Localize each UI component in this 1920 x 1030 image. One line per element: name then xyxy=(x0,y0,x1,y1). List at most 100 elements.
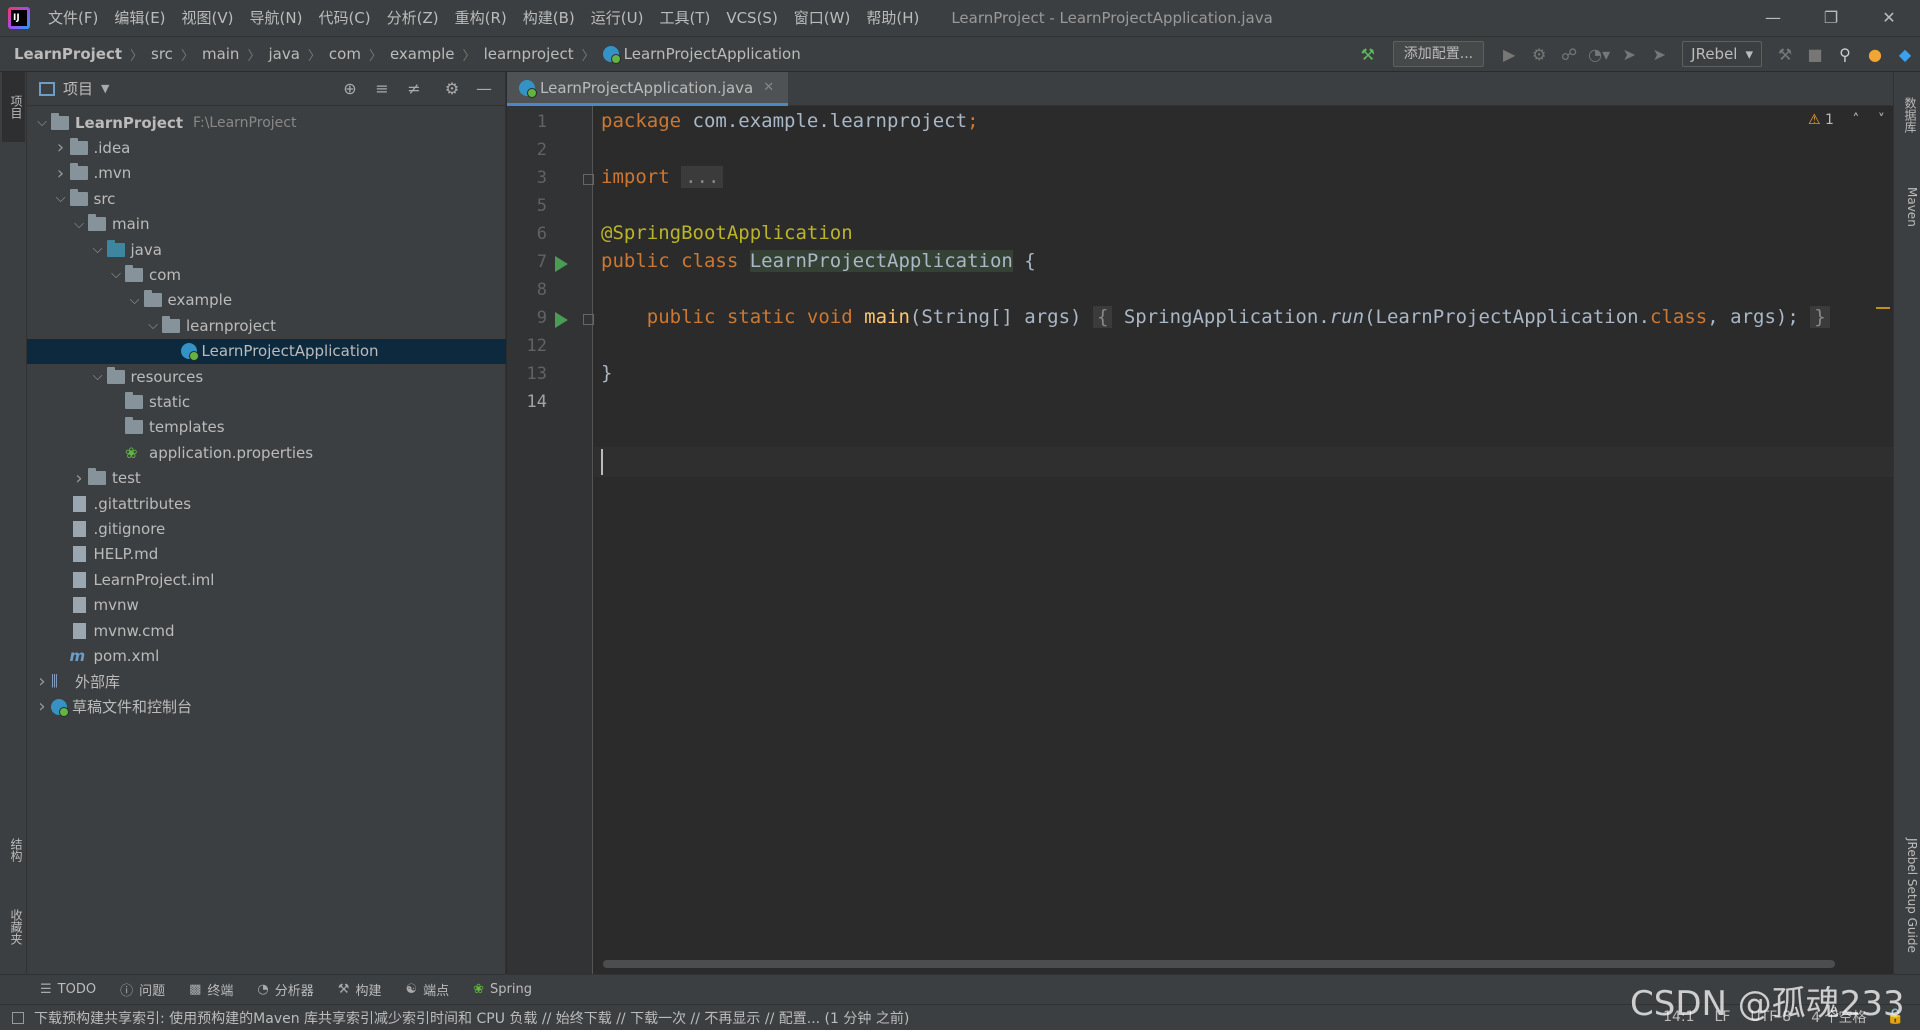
tree-item[interactable]: ⌵ LearnProject F:\LearnProject xyxy=(27,110,506,135)
chevron-right-icon[interactable]: › xyxy=(33,696,51,717)
tree-item[interactable]: mvnw xyxy=(27,593,506,618)
todo-tool-button[interactable]: ☰ TODO xyxy=(40,982,96,997)
jrebel-debug-icon[interactable]: ➤ xyxy=(1644,45,1674,64)
code-editor[interactable]: package com.example.learnproject; import… xyxy=(594,106,1893,974)
build-hammer-icon[interactable]: ⚒ xyxy=(1353,45,1383,64)
tree-item[interactable]: .gitattributes xyxy=(27,491,506,516)
menu-file[interactable]: 文件(F) xyxy=(40,0,106,36)
chevron-right-icon[interactable]: › xyxy=(52,163,70,184)
menu-code[interactable]: 代码(C) xyxy=(310,0,378,36)
project-panel-title[interactable]: 项目 xyxy=(63,78,93,99)
breadcrumb-item[interactable]: src xyxy=(151,45,173,63)
fold-icon[interactable] xyxy=(583,314,594,325)
structure-tool-tab[interactable]: 结构 xyxy=(2,820,25,880)
breadcrumb-item[interactable]: LearnProject xyxy=(14,45,122,63)
status-panel-icon[interactable] xyxy=(12,1011,24,1024)
breadcrumb-item[interactable]: learnproject xyxy=(484,45,574,63)
jrebel-setup-tool-tab[interactable]: JRebel Setup Guide xyxy=(1896,820,1919,970)
breadcrumb-item[interactable]: java xyxy=(268,45,299,63)
plugin-icon[interactable]: ◆ xyxy=(1890,45,1920,64)
menu-navigate[interactable]: 导航(N) xyxy=(242,0,311,36)
run-gutter-icon[interactable] xyxy=(555,256,568,272)
menu-analyze[interactable]: 分析(Z) xyxy=(379,0,447,36)
menu-help[interactable]: 帮助(H) xyxy=(858,0,927,36)
tree-item[interactable]: ⌵ resources xyxy=(27,364,506,389)
tree-item[interactable]: › 草稿文件和控制台 xyxy=(27,694,506,719)
chevron-right-icon[interactable]: › xyxy=(33,671,51,692)
tree-item[interactable]: ⌵ example xyxy=(27,288,506,313)
menu-view[interactable]: 视图(V) xyxy=(174,0,242,36)
tree-item[interactable]: mvnw.cmd xyxy=(27,618,506,643)
chevron-down-icon[interactable]: ⌵ xyxy=(33,115,51,130)
add-configuration-button[interactable]: 添加配置... xyxy=(1392,41,1485,67)
chevron-up-icon[interactable]: ˄ xyxy=(1852,112,1859,128)
spring-tool-button[interactable]: ❀ Spring xyxy=(473,982,532,997)
expand-all-icon[interactable]: ≡ xyxy=(371,78,393,100)
chevron-down-icon[interactable]: ⌵ xyxy=(89,242,107,257)
chevron-right-icon[interactable]: › xyxy=(70,468,88,489)
menu-run[interactable]: 运行(U) xyxy=(583,0,652,36)
profiler-tool-button[interactable]: ◔ 分析器 xyxy=(257,980,313,999)
jrebel-dropdown[interactable]: JRebel ▾ xyxy=(1682,41,1762,67)
tree-item[interactable]: HELP.md xyxy=(27,542,506,567)
hide-panel-icon[interactable]: — xyxy=(473,78,495,100)
tree-item[interactable]: ⌵ src xyxy=(27,186,506,211)
project-tool-tab[interactable]: 项目 xyxy=(2,72,25,142)
database-tool-tab[interactable]: 数据库 xyxy=(1896,80,1919,150)
run-gutter-icon[interactable] xyxy=(555,312,568,328)
fold-icon[interactable] xyxy=(583,174,594,185)
problems-tool-button[interactable]: ⓘ 问题 xyxy=(120,980,165,999)
terminal-tool-button[interactable]: ▩ 终端 xyxy=(189,980,233,999)
breadcrumb-item[interactable]: example xyxy=(390,45,455,63)
update-icon[interactable]: ● xyxy=(1860,45,1890,64)
chevron-down-icon[interactable]: ⌵ xyxy=(126,293,144,308)
search-icon[interactable]: ⚲ xyxy=(1830,45,1860,64)
tree-item[interactable]: LearnProject.iml xyxy=(27,567,506,592)
import-fold[interactable]: ... xyxy=(681,166,724,188)
tree-item[interactable]: LearnProjectApplication xyxy=(27,338,506,364)
locate-icon[interactable]: ⊕ xyxy=(339,78,361,100)
status-message[interactable]: 下载预构建共享索引: 使用预构建的Maven 库共享索引减少索引时间和 CPU … xyxy=(34,1008,909,1028)
tree-item[interactable]: ⌵ com xyxy=(27,262,506,287)
tree-item[interactable]: ⌵ learnproject xyxy=(27,313,506,338)
chevron-right-icon[interactable]: › xyxy=(52,137,70,158)
endpoints-tool-button[interactable]: ☯ 端点 xyxy=(405,980,449,999)
tree-item[interactable]: ⌵ main xyxy=(27,212,506,237)
tree-item[interactable]: .gitignore xyxy=(27,516,506,541)
tree-item[interactable]: › .idea xyxy=(27,135,506,160)
menu-refactor[interactable]: 重构(R) xyxy=(447,0,515,36)
run-icon[interactable]: ▶ xyxy=(1494,45,1524,64)
tree-item[interactable]: static xyxy=(27,389,506,414)
tab-learnprojectapplication[interactable]: LearnProjectApplication.java ✕ xyxy=(507,72,789,106)
minimize-icon[interactable]: — xyxy=(1744,0,1802,36)
build-tool-button[interactable]: ⚒ 构建 xyxy=(338,980,382,999)
chevron-down-icon[interactable]: ⌵ xyxy=(89,369,107,384)
breadcrumb-item[interactable]: LearnProjectApplication xyxy=(624,45,801,63)
breadcrumb-item[interactable]: main xyxy=(202,45,239,63)
menu-vcs[interactable]: VCS(S) xyxy=(718,0,785,36)
debug-icon[interactable]: ⚙ xyxy=(1524,45,1554,64)
restore-icon[interactable]: ❐ xyxy=(1802,0,1860,36)
menu-build[interactable]: 构建(B) xyxy=(515,0,583,36)
menu-edit[interactable]: 编辑(E) xyxy=(106,0,173,36)
tree-item[interactable]: templates xyxy=(27,415,506,440)
tree-item[interactable]: › test xyxy=(27,466,506,491)
chevron-down-icon[interactable]: ⌵ xyxy=(70,217,88,232)
collapse-all-icon[interactable]: ≠ xyxy=(403,78,425,100)
favorites-tool-tab[interactable]: 收藏夹 xyxy=(2,890,25,964)
jrebel-run-icon[interactable]: ➤ xyxy=(1614,45,1644,64)
menu-window[interactable]: 窗口(W) xyxy=(786,0,859,36)
stop-icon[interactable]: ■ xyxy=(1800,45,1830,64)
tree-item[interactable]: › .mvn xyxy=(27,161,506,186)
coverage-icon[interactable]: ☍ xyxy=(1554,45,1584,64)
close-icon[interactable]: ✕ xyxy=(1860,0,1918,36)
tree-item[interactable]: m pom.xml xyxy=(27,643,506,668)
inspection-widget[interactable]: ⚠ 1 ˄ ˅ xyxy=(1808,112,1885,128)
horizontal-scrollbar[interactable] xyxy=(603,960,1835,968)
tree-item[interactable]: ⌵ java xyxy=(27,237,506,262)
close-tab-icon[interactable]: ✕ xyxy=(763,80,774,95)
breadcrumb-item[interactable]: com xyxy=(329,45,361,63)
maven-tool-tab[interactable]: Maven xyxy=(1896,172,1919,242)
tree-item[interactable]: › ⫼ 外部库 xyxy=(27,669,506,694)
gear-icon[interactable]: ⚙ xyxy=(441,78,463,100)
